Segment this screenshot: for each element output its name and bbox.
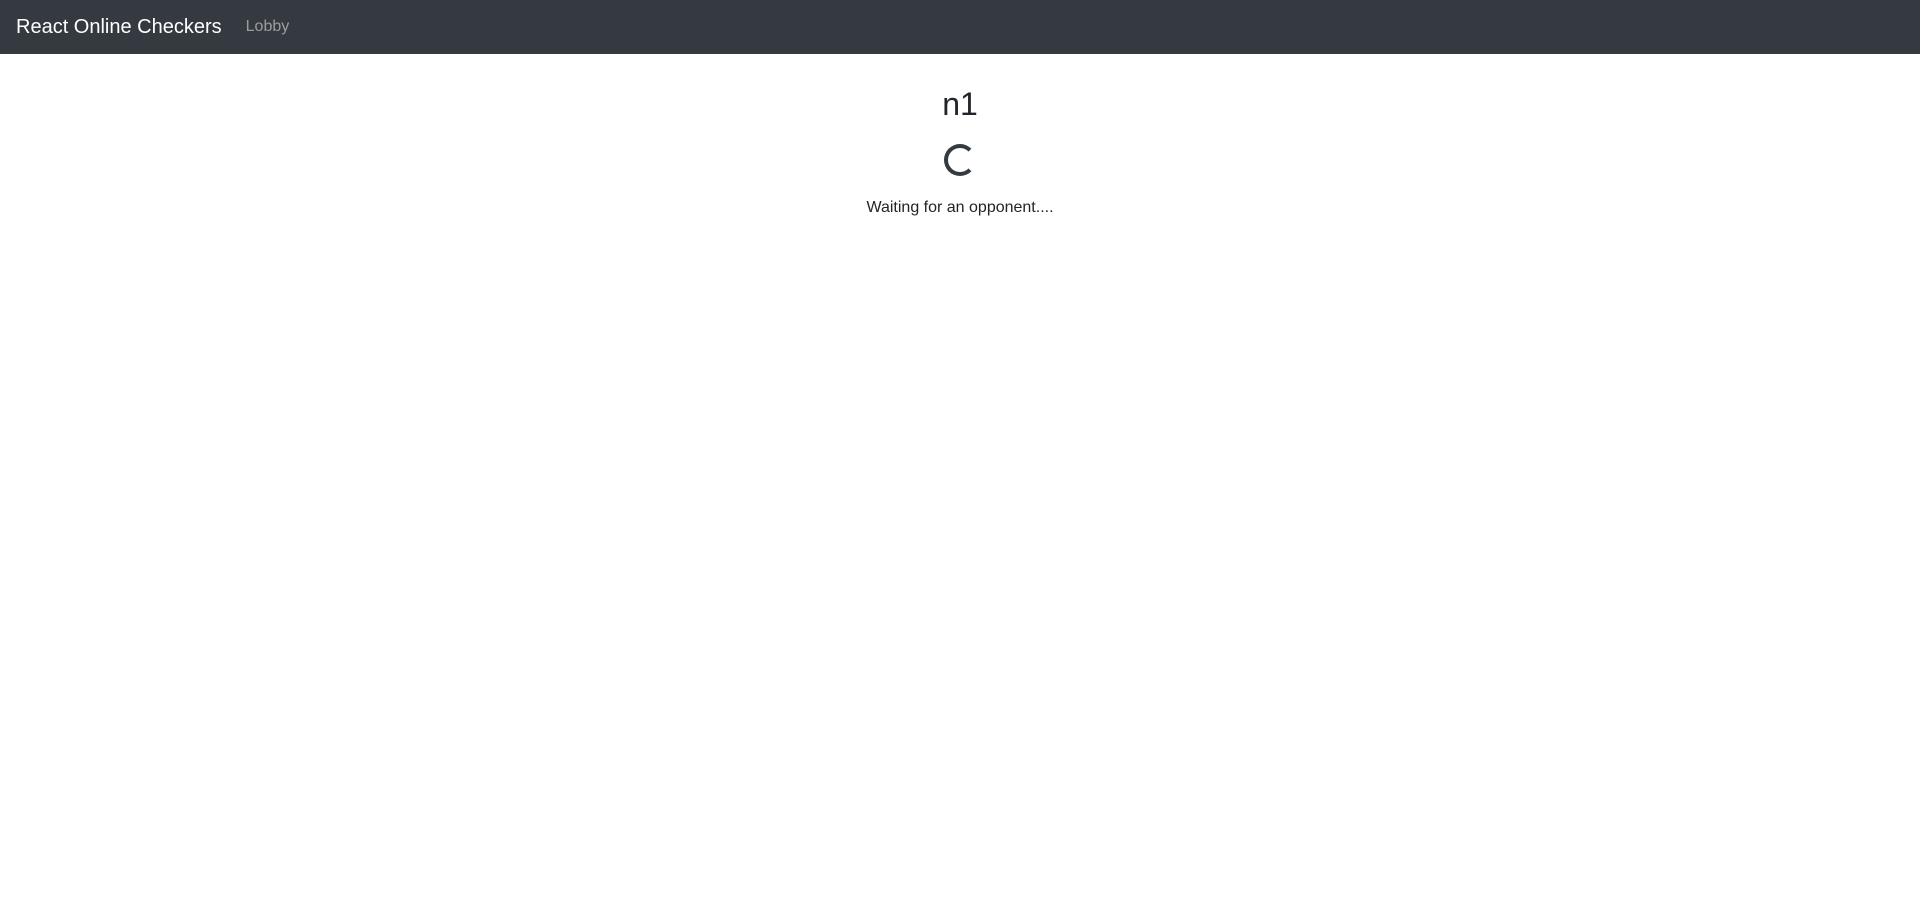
nav-link-lobby[interactable]: Lobby: [246, 15, 290, 39]
loading-spinner-icon: [944, 144, 976, 176]
brand-link[interactable]: React Online Checkers: [16, 12, 222, 42]
room-title: n1: [942, 86, 978, 122]
top-navbar: React Online Checkers Lobby: [0, 0, 1920, 54]
status-text: Waiting for an opponent....: [866, 199, 1054, 216]
main-content: n1 Waiting for an opponent....: [0, 54, 1920, 220]
